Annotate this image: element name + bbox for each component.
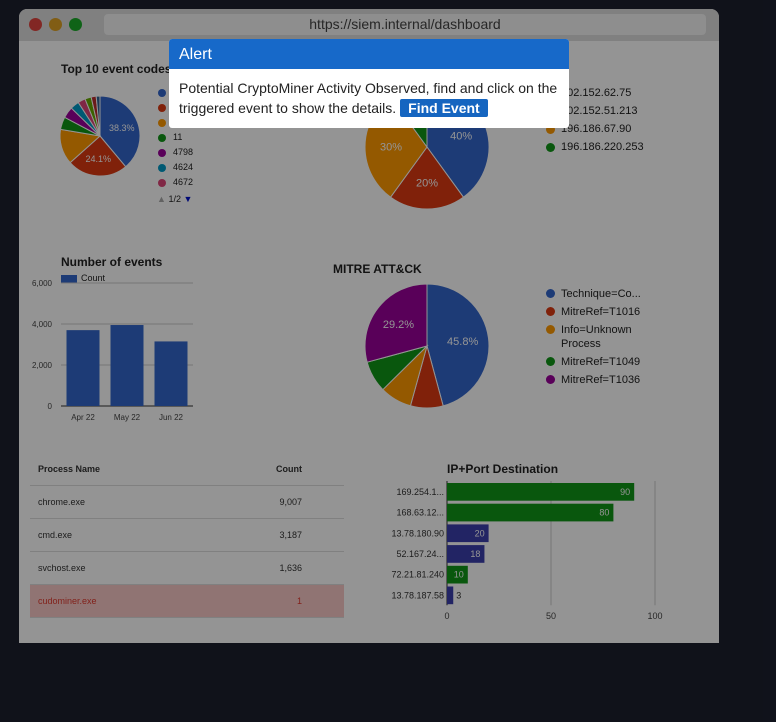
- alert-body: Potential CryptoMiner Activity Observed,…: [179, 78, 564, 118]
- find-event-button[interactable]: Find Event: [400, 99, 488, 117]
- alert-title: Alert: [169, 39, 569, 69]
- alert-message: Potential CryptoMiner Activity Observed,…: [179, 80, 558, 116]
- alert-dialog: Alert Potential CryptoMiner Activity Obs…: [169, 39, 569, 128]
